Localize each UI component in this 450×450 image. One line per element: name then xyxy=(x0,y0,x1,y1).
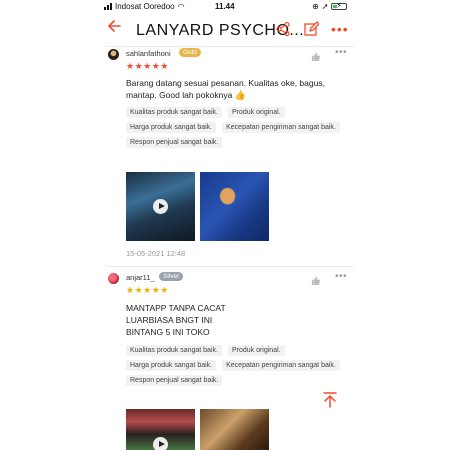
review-username[interactable]: sahlanfathoni xyxy=(126,49,171,58)
share-icon[interactable] xyxy=(275,21,291,42)
review-media xyxy=(126,409,269,450)
clock: 11.44 xyxy=(215,2,235,11)
more-options-icon[interactable]: ••• xyxy=(335,271,347,282)
review-tags: Kualitas produk sangat baik. Produk orig… xyxy=(126,345,352,386)
status-bar: Indosat Ooredoo ◠ 11.44 ⊕ ➚ ⚡ xyxy=(0,0,450,14)
review-tag: Respon penjual sangat baik. xyxy=(126,375,223,386)
review-tags: Kualitas produk sangat baik. Produk orig… xyxy=(126,107,352,148)
review-date: 15-05-2021 12:48 xyxy=(126,249,186,258)
review-tag: Kecepatan pengiriman sangat baik. xyxy=(222,360,340,371)
play-icon xyxy=(153,199,168,214)
member-badge: Gold xyxy=(179,48,201,57)
divider xyxy=(106,46,354,47)
status-right: ⊕ ➚ ⚡ xyxy=(312,1,348,11)
play-icon xyxy=(153,437,168,450)
review-video-thumbnail[interactable] xyxy=(126,409,195,450)
charging-icon: ⚡ xyxy=(336,1,343,10)
review-username[interactable]: anjar11_ xyxy=(126,273,155,282)
review-tag: Produk original. xyxy=(227,345,285,356)
review-tag: Respon penjual sangat baik. xyxy=(126,137,223,148)
battery-icon: ⚡ xyxy=(331,1,348,10)
review-tag: Kualitas produk sangat baik. xyxy=(126,345,222,356)
member-badge: Silver xyxy=(159,272,184,281)
review-tag: Harga produk sangat baik. xyxy=(126,360,217,371)
back-arrow-icon[interactable] xyxy=(106,18,122,38)
star-rating: ★★★★★ xyxy=(126,61,169,71)
review-tag: Kecepatan pengiriman sangat baik. xyxy=(222,122,340,133)
like-icon[interactable] xyxy=(311,48,320,66)
review-media xyxy=(126,172,269,241)
review-text: MANTAPP TANPA CACAT LUARBIASA BNGT INI B… xyxy=(126,303,226,337)
edit-icon[interactable] xyxy=(303,21,320,42)
avatar xyxy=(108,273,119,284)
scroll-to-top-icon[interactable] xyxy=(318,388,342,412)
status-left: Indosat Ooredoo ◠ xyxy=(104,2,185,11)
review-tag: Kualitas produk sangat baik. xyxy=(126,107,222,118)
navigation-icon: ➚ xyxy=(321,2,329,11)
more-options-icon[interactable]: ••• xyxy=(335,47,347,58)
divider xyxy=(106,266,354,267)
carrier-name: Indosat Ooredoo xyxy=(115,2,175,11)
review-tag: Produk original. xyxy=(227,107,285,118)
review-photo-thumbnail[interactable] xyxy=(200,409,269,450)
star-rating: ★★★★★ xyxy=(126,285,169,295)
like-icon[interactable] xyxy=(311,272,320,290)
review-photo-thumbnail[interactable] xyxy=(200,172,269,241)
review-video-thumbnail[interactable] xyxy=(126,172,195,241)
app-header: LANYARD PSYCHO... ••• xyxy=(0,14,450,46)
location-icon: ⊕ xyxy=(312,2,319,11)
wifi-icon: ◠ xyxy=(177,2,185,11)
thumbs-up-emoji: 👍 xyxy=(234,90,246,100)
review-text-body: Barang datang sesuai pesanan. Kualitas o… xyxy=(126,78,325,100)
signal-icon xyxy=(104,3,112,10)
avatar xyxy=(108,49,119,60)
more-icon[interactable]: ••• xyxy=(331,22,349,36)
review-tag: Harga produk sangat baik. xyxy=(126,122,217,133)
review-text: Barang datang sesuai pesanan. Kualitas o… xyxy=(126,77,352,101)
